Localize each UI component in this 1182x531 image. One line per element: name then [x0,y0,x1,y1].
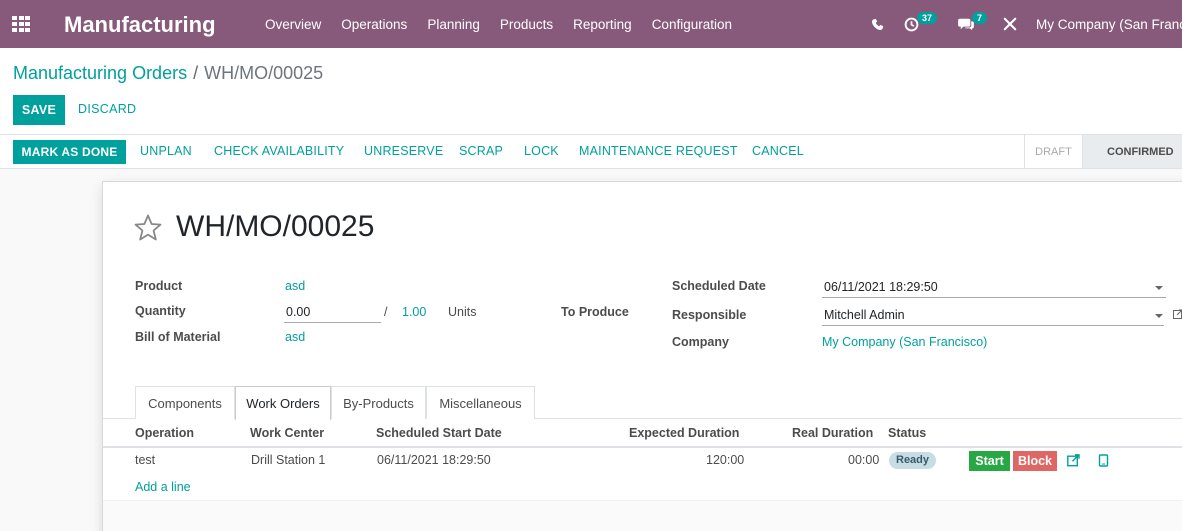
check-availability-button[interactable]: CHECK AVAILABILITY [214,144,344,158]
breadcrumb-separator: / [193,63,199,83]
company-field[interactable]: My Company (San Francisco) [822,335,987,349]
quantity-target: 1.00 [402,305,427,319]
unreserve-button[interactable]: UNRESERVE [364,144,443,158]
menu-reporting[interactable]: Reporting [573,17,632,32]
scrap-button[interactable]: SCRAP [459,144,503,158]
external-link-icon[interactable] [1173,309,1182,319]
cancel-button[interactable]: CANCEL [752,144,804,158]
message-count-badge: 7 [972,12,988,24]
table-footer [103,500,1182,531]
top-navbar: Manufacturing Overview Operations Planni… [0,0,1182,48]
apps-grid-icon[interactable] [12,16,30,32]
column-operation[interactable]: Operation [135,426,194,440]
cell-operation: test [135,453,156,467]
responsible-dropdown-caret-icon[interactable] [1155,314,1163,318]
quantity-label: Quantity [135,304,186,318]
column-expected-duration[interactable]: Expected Duration [629,426,739,440]
start-button[interactable]: Start [969,451,1010,471]
main-menu: Overview Operations Planning Products Re… [255,17,742,32]
menu-overview[interactable]: Overview [265,17,321,32]
status-badge: Ready [889,452,937,469]
cell-real-duration: 00:00 [848,453,880,467]
company-label: Company [672,335,729,349]
product-field[interactable]: asd [285,279,305,293]
bom-label: Bill of Material [135,330,221,344]
discard-button[interactable]: DISCARD [78,102,136,116]
breadcrumb: Manufacturing Orders / WH/MO/00025 [13,63,323,84]
activity-count-badge: 37 [917,12,938,24]
block-button[interactable]: Block [1013,451,1057,471]
record-title: WH/MO/00025 [176,210,375,243]
quantity-produced-input[interactable]: 0.00 [284,301,381,323]
menu-configuration[interactable]: Configuration [652,17,732,32]
product-label: Product [135,279,183,293]
date-dropdown-caret-icon[interactable] [1155,286,1163,290]
stage-pipeline: DRAFT CONFIRMED [1024,135,1182,168]
tab-components[interactable]: Components [135,386,235,419]
activity-clock-icon[interactable]: 37 [904,0,938,48]
stage-draft: DRAFT [1024,135,1082,168]
column-work-center[interactable]: Work Center [250,426,324,440]
maintenance-request-button[interactable]: MAINTENANCE REQUEST [579,144,738,158]
cell-work-center: Drill Station 1 [251,453,326,467]
scheduled-date-input[interactable]: 06/11/2021 18:29:50 [822,276,1166,298]
messages-chat-icon[interactable]: 7 [958,0,988,48]
open-external-icon[interactable] [1067,454,1080,467]
bom-field[interactable]: asd [285,330,305,344]
form-statusbar: MARK AS DONE UNPLAN CHECK AVAILABILITY U… [0,134,1182,169]
column-status[interactable]: Status [888,426,926,440]
breadcrumb-parent-link[interactable]: Manufacturing Orders [13,63,187,83]
column-scheduled-start[interactable]: Scheduled Start Date [376,426,502,440]
responsible-label: Responsible [672,308,747,322]
responsible-input[interactable]: Mitchell Admin [822,304,1164,326]
tab-by-products[interactable]: By-Products [331,386,426,419]
company-switcher[interactable]: My Company (San Francisco) [1036,17,1182,32]
cell-expected-duration: 120:00 [706,453,745,467]
cell-scheduled-start: 06/11/2021 18:29:50 [377,453,491,467]
app-brand[interactable]: Manufacturing [64,12,216,38]
lock-button[interactable]: LOCK [524,144,559,158]
save-button[interactable]: SAVE [13,95,65,125]
menu-planning[interactable]: Planning [427,17,480,32]
column-real-duration[interactable]: Real Duration [792,426,873,440]
favorite-star-icon[interactable] [133,213,163,243]
to-produce-label: To Produce [561,305,629,319]
quantity-separator: / [384,305,388,319]
mark-as-done-button[interactable]: MARK AS DONE [13,140,126,164]
debug-tools-icon[interactable] [1003,0,1017,48]
unplan-button[interactable]: UNPLAN [140,144,192,158]
scheduled-date-label: Scheduled Date [672,279,766,293]
menu-operations[interactable]: Operations [341,17,407,32]
tablet-view-icon[interactable] [1098,454,1109,467]
tab-work-orders[interactable]: Work Orders [235,386,331,420]
breadcrumb-current: WH/MO/00025 [204,63,324,83]
add-a-line-link[interactable]: Add a line [135,480,191,494]
menu-products[interactable]: Products [500,17,553,32]
stage-confirmed: CONFIRMED [1082,135,1182,168]
phone-icon[interactable] [871,0,884,48]
tab-miscellaneous[interactable]: Miscellaneous [426,386,535,419]
control-panel: Manufacturing Orders / WH/MO/00025 SAVE DI… [0,48,1182,134]
quantity-uom: Units [448,305,477,319]
